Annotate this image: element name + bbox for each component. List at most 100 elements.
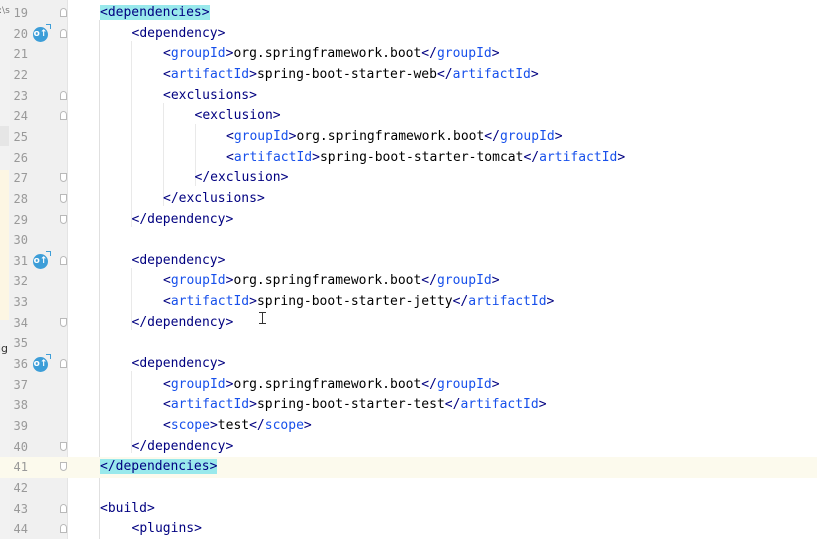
xml-tag-name: artifactId [170,66,250,82]
code-text[interactable]: <groupId>org.springframework.boot</group… [163,271,500,292]
fold-expand-icon[interactable] [60,255,67,265]
code-text[interactable]: <dependency> [132,354,226,375]
xml-bracket: > [225,314,234,330]
code-line[interactable]: 36 o↑ <dependency> [0,354,817,375]
fold-end-icon[interactable] [60,214,67,224]
code-line[interactable]: 33 <artifactId>spring-boot-starter-jetty<… [0,292,817,313]
xml-bracket: </ [523,149,540,165]
code-line[interactable]: 20 o↑ <dependency> [0,23,817,45]
code-line[interactable]: 27 </exclusion> [0,168,817,189]
xml-bracket: < [163,66,171,82]
xml-tag-name: artifactId [233,149,313,165]
xml-text-value: org.springframework.boot [296,128,485,144]
fold-expand-icon[interactable] [60,90,67,100]
code-line[interactable]: 34 </dependency> [0,313,817,334]
code-text[interactable]: </exclusions> [163,189,265,210]
code-line[interactable]: 28 </exclusions> [0,189,817,210]
line-number: 31 [13,253,28,268]
code-line[interactable]: 29 </dependency> [0,210,817,231]
xml-tag-name: artifactId [460,397,539,413]
code-text[interactable]: <artifactId>spring-boot-starter-jetty</a… [163,292,554,313]
code-text[interactable]: <groupId>org.springframework.boot</group… [226,127,563,148]
xml-bracket: > [225,211,234,227]
code-line[interactable]: 22 <artifactId>spring-boot-starter-web</a… [0,65,817,86]
code-text[interactable]: <dependency> [132,24,226,45]
code-text[interactable]: </dependency> [132,313,234,334]
code-line[interactable]: 38 <artifactId>spring-boot-starter-test</… [0,395,817,416]
override-method-icon[interactable]: o↑ [33,354,51,373]
code-line[interactable]: 35 [0,333,817,354]
line-number: 20 [13,26,28,41]
code-text[interactable]: <scope>test</scope> [163,416,312,437]
code-line[interactable]: 32 <groupId>org.springframework.boot</gro… [0,271,817,292]
fold-expand-icon[interactable] [60,524,67,534]
code-line[interactable]: 43 <build> [0,499,817,520]
xml-bracket: > [201,5,210,20]
code-line[interactable]: 37 <groupId>org.springframework.boot</gro… [0,375,817,396]
code-text[interactable]: <dependencies> [100,3,210,24]
override-method-icon[interactable]: o↑ [33,23,51,42]
fold-expand-icon[interactable] [60,503,67,513]
xml-tag-name: dependency [139,356,218,372]
fold-end-icon[interactable] [60,317,67,327]
xml-bracket: </ [421,376,437,392]
code-text[interactable]: <groupId>org.springframework.boot</group… [163,44,500,65]
fold-expand-icon[interactable] [60,28,67,38]
code-editor[interactable]: :\s ig 19<dependencies>20o↑<dependency>2… [0,0,817,539]
code-line[interactable]: 41 </dependencies> [0,457,817,478]
code-text[interactable]: </dependency> [132,437,234,458]
code-line[interactable]: 40 </dependency> [0,437,817,458]
code-line[interactable]: 44 <plugins> [0,519,817,539]
xml-tag-name: artifactId [539,149,618,165]
code-line[interactable]: 39 <scope>test</scope> [0,416,817,437]
xml-bracket: > [225,438,234,454]
code-line[interactable]: 25 <groupId>org.springframework.boot</gro… [0,127,817,148]
xml-bracket: > [530,66,539,82]
xml-tag-name: groupId [436,376,492,392]
xml-bracket: < [226,128,234,144]
code-text[interactable]: <artifactId>spring-boot-starter-tomcat</… [226,148,625,169]
code-text[interactable]: </exclusion> [195,168,289,189]
line-number: 44 [13,522,28,537]
code-text[interactable]: <dependency> [132,251,226,272]
code-text[interactable]: <artifactId>spring-boot-starter-test</ar… [163,395,547,416]
code-line[interactable]: 19 <dependencies> [0,3,817,24]
code-line[interactable]: 26 <artifactId>spring-boot-starter-tomcat… [0,148,817,169]
code-line[interactable]: 21 <groupId>org.springframework.boot</gro… [0,44,817,65]
code-line[interactable]: 24 <exclusion> [0,106,817,127]
code-text[interactable]: <groupId>org.springframework.boot</group… [163,375,500,396]
line-number: 25 [13,129,28,144]
fold-expand-icon[interactable] [60,8,67,17]
xml-text-value: org.springframework.boot [233,376,422,392]
code-line[interactable]: 23 <exclusions> [0,86,817,107]
code-text[interactable]: <exclusions> [163,86,257,107]
code-line[interactable]: 31 o↑ <dependency> [0,250,817,272]
line-number: 43 [13,501,28,516]
xml-text-value: spring-boot-starter-tomcat [319,149,524,165]
fold-end-icon[interactable] [60,193,67,203]
fold-end-icon[interactable] [60,462,67,472]
xml-bracket: > [249,87,257,103]
xml-bracket: < [163,294,171,310]
line-number: 35 [13,336,28,351]
xml-bracket: > [312,149,320,165]
code-text[interactable]: <exclusion> [195,106,281,127]
code-text[interactable]: <artifactId>spring-boot-starter-web</art… [163,65,539,86]
code-text[interactable]: <plugins> [132,519,202,539]
line-number: 32 [13,274,28,289]
code-text[interactable]: </dependencies> [100,457,218,478]
xml-tag-name: groupId [170,273,226,289]
fold-expand-icon[interactable] [60,359,67,369]
fold-end-icon[interactable] [60,441,67,451]
code-line[interactable]: 42 [0,478,817,499]
fold-expand-icon[interactable] [60,111,67,121]
xml-bracket: > [217,25,226,41]
override-method-icon[interactable]: o↑ [33,250,51,269]
fold-end-icon[interactable] [60,173,67,183]
code-text[interactable]: </dependency> [132,210,234,231]
code-line[interactable]: 30 [0,230,817,251]
xml-tag-name: scope [170,418,210,433]
code-text[interactable]: <build> [100,499,155,520]
xml-bracket: </ [249,418,265,433]
xml-bracket: </ [421,273,437,289]
